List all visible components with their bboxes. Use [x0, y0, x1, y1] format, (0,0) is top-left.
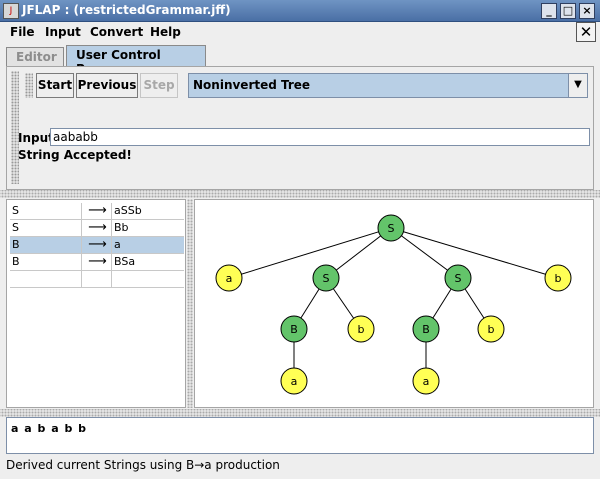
grammar-cell-arrow[interactable]: ⟶	[82, 203, 112, 220]
view-select[interactable]: Noninverted Tree ▼	[188, 73, 588, 98]
menu-bar: File Input Convert Help	[0, 22, 600, 44]
tree-node-label: B	[422, 323, 430, 336]
tree-node-label: b	[555, 272, 562, 285]
grammar-cell-arrow[interactable]	[82, 271, 112, 288]
grammar-cell-lhs[interactable]	[10, 271, 82, 288]
derived-string: a a b a b b	[11, 422, 88, 435]
grammar-table-panel: S ⟶ aSSb S ⟶ Bb B ⟶ a B ⟶ BSa	[6, 199, 186, 408]
grammar-cell-arrow[interactable]: ⟶	[82, 220, 112, 237]
chevron-down-icon[interactable]: ▼	[568, 74, 587, 97]
title-bar: J JFLAP : (restrictedGrammar.jff) _ □ ×	[0, 0, 600, 22]
window-title: JFLAP : (restrictedGrammar.jff)	[22, 3, 231, 17]
tree-node-label: b	[358, 323, 365, 336]
grammar-cell-rhs[interactable]	[112, 271, 184, 288]
tree-node-nonterminal[interactable]: S	[312, 264, 340, 292]
grammar-cell-arrow[interactable]: ⟶	[82, 254, 112, 271]
parse-tree-panel: Sa S Sb Bb Bb a a	[194, 199, 594, 408]
menu-input[interactable]: Input	[45, 25, 81, 39]
tree-node-terminal[interactable]: a	[280, 367, 308, 395]
step-button[interactable]: Step	[140, 73, 178, 98]
start-button[interactable]: Start	[36, 73, 74, 98]
tree-node-label: a	[291, 375, 298, 388]
parse-status: String Accepted!	[18, 148, 132, 162]
tree-node-nonterminal[interactable]: S	[377, 214, 405, 242]
maximize-button[interactable]: □	[560, 3, 576, 19]
grammar-cell-lhs[interactable]: B	[10, 254, 82, 271]
tree-node-terminal[interactable]: b	[477, 315, 505, 343]
grammar-row[interactable]	[10, 271, 184, 288]
tree-node-terminal[interactable]: a	[215, 264, 243, 292]
grammar-cell-lhs[interactable]: B	[10, 237, 82, 254]
tree-node-terminal[interactable]: b	[544, 264, 572, 292]
toolbar-grip-handle[interactable]	[25, 73, 33, 98]
tree-node-label: a	[423, 375, 430, 388]
vertical-splitter[interactable]	[187, 199, 193, 408]
grammar-cell-rhs[interactable]: BSa	[112, 254, 184, 271]
tab-user-control-parser[interactable]: User Control Parser	[66, 45, 206, 76]
grammar-row[interactable]: B ⟶ BSa	[10, 254, 184, 271]
grammar-cell-rhs[interactable]: Bb	[112, 220, 184, 237]
tree-node-label: b	[488, 323, 495, 336]
view-select-value: Noninverted Tree	[193, 78, 311, 92]
grammar-row[interactable]: S ⟶ aSSb	[10, 203, 184, 220]
grammar-row[interactable]: B ⟶ a	[10, 237, 184, 254]
panel-grip-handle[interactable]	[11, 71, 19, 184]
previous-button[interactable]: Previous	[76, 73, 138, 98]
tree-node-label: S	[455, 272, 462, 285]
input-string-field[interactable]: aababb	[50, 128, 590, 146]
parse-tree: Sa S Sb B b Bb a a	[215, 214, 572, 395]
tree-node-nonterminal[interactable]: B	[412, 315, 440, 343]
grammar-cell-rhs[interactable]: aSSb	[112, 203, 184, 220]
tree-node-label: a	[226, 272, 233, 285]
tree-node-label: S	[323, 272, 330, 285]
close-document-button[interactable]: ✕	[576, 22, 596, 42]
menu-file[interactable]: File	[10, 25, 35, 39]
grammar-cell-rhs[interactable]: a	[112, 237, 184, 254]
grammar-cell-arrow[interactable]: ⟶	[82, 237, 112, 254]
jflap-app-icon: J	[3, 3, 19, 19]
menu-help[interactable]: Help	[150, 25, 181, 39]
tree-node-terminal[interactable]: a	[412, 367, 440, 395]
tab-strip: Editor User Control Parser	[0, 44, 600, 76]
tree-node-label: S	[388, 222, 395, 235]
close-window-button[interactable]: ×	[579, 3, 595, 19]
bottom-splitter[interactable]	[0, 409, 600, 417]
grammar-row[interactable]: S ⟶ Bb	[10, 220, 184, 237]
derived-strings-area: a a b a b b	[6, 417, 594, 454]
tree-edge	[228, 227, 392, 279]
tree-node-nonterminal[interactable]: S	[444, 264, 472, 292]
tree-node-label: B	[290, 323, 298, 336]
minimize-button[interactable]: _	[541, 3, 557, 19]
grammar-table: S ⟶ aSSb S ⟶ Bb B ⟶ a B ⟶ BSa	[10, 203, 184, 288]
grammar-cell-lhs[interactable]: S	[10, 203, 82, 220]
horizontal-splitter[interactable]	[0, 190, 600, 198]
menu-convert[interactable]: Convert	[90, 25, 143, 39]
tab-editor[interactable]: Editor	[6, 47, 64, 67]
grammar-cell-lhs[interactable]: S	[10, 220, 82, 237]
input-label: Input	[18, 131, 54, 145]
tree-node-nonterminal[interactable]: B	[280, 315, 308, 343]
tree-node-terminal[interactable]: b	[347, 315, 375, 343]
status-bar: Derived current Strings using B→a produc…	[6, 458, 280, 472]
tree-edge	[390, 227, 559, 279]
